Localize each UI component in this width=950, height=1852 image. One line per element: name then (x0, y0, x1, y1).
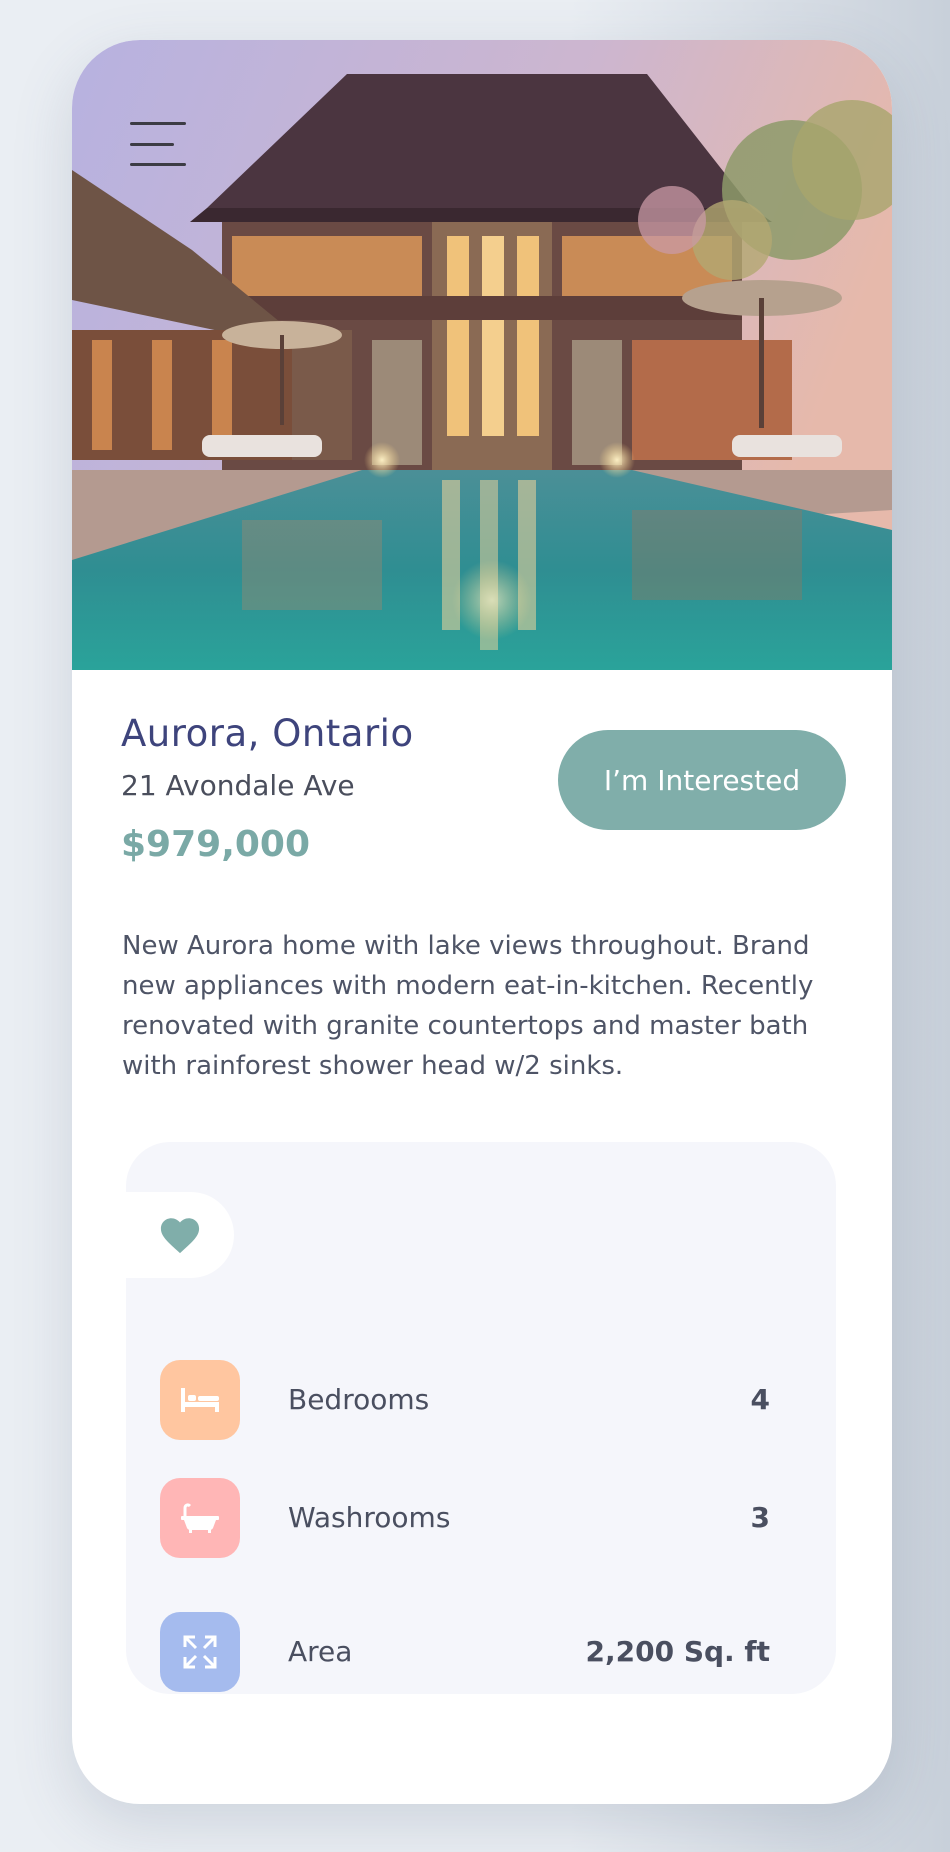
favorite-button[interactable] (126, 1192, 234, 1278)
features-panel: Bedrooms 4 Washrooms 3 Area 2,200 Sq. ft (126, 1142, 836, 1694)
listing-description: New Aurora home with lake views througho… (122, 931, 814, 1081)
feature-value: 2,200 Sq. ft (585, 1635, 770, 1668)
expand-icon (160, 1612, 240, 1692)
menu-icon[interactable] (130, 122, 188, 166)
feature-value: 3 (750, 1501, 770, 1534)
heart-icon (160, 1218, 200, 1254)
feature-value: 4 (750, 1383, 770, 1416)
bathtub-icon (160, 1478, 240, 1558)
feature-row-area: Area 2,200 Sq. ft (160, 1612, 770, 1692)
bed-icon (160, 1360, 240, 1440)
feature-label: Area (288, 1635, 353, 1668)
feature-label: Washrooms (288, 1501, 451, 1534)
feature-row-washrooms: Washrooms 3 (160, 1478, 770, 1558)
interested-button[interactable]: I’m Interested (558, 730, 846, 830)
hero-photo (72, 40, 892, 670)
feature-label: Bedrooms (288, 1383, 430, 1416)
price-text: $979,000 (121, 824, 311, 865)
listing-card: Aurora, Ontario 21 Avondale Ave $979,000… (72, 40, 892, 1804)
feature-row-bedrooms: Bedrooms 4 (160, 1360, 770, 1440)
